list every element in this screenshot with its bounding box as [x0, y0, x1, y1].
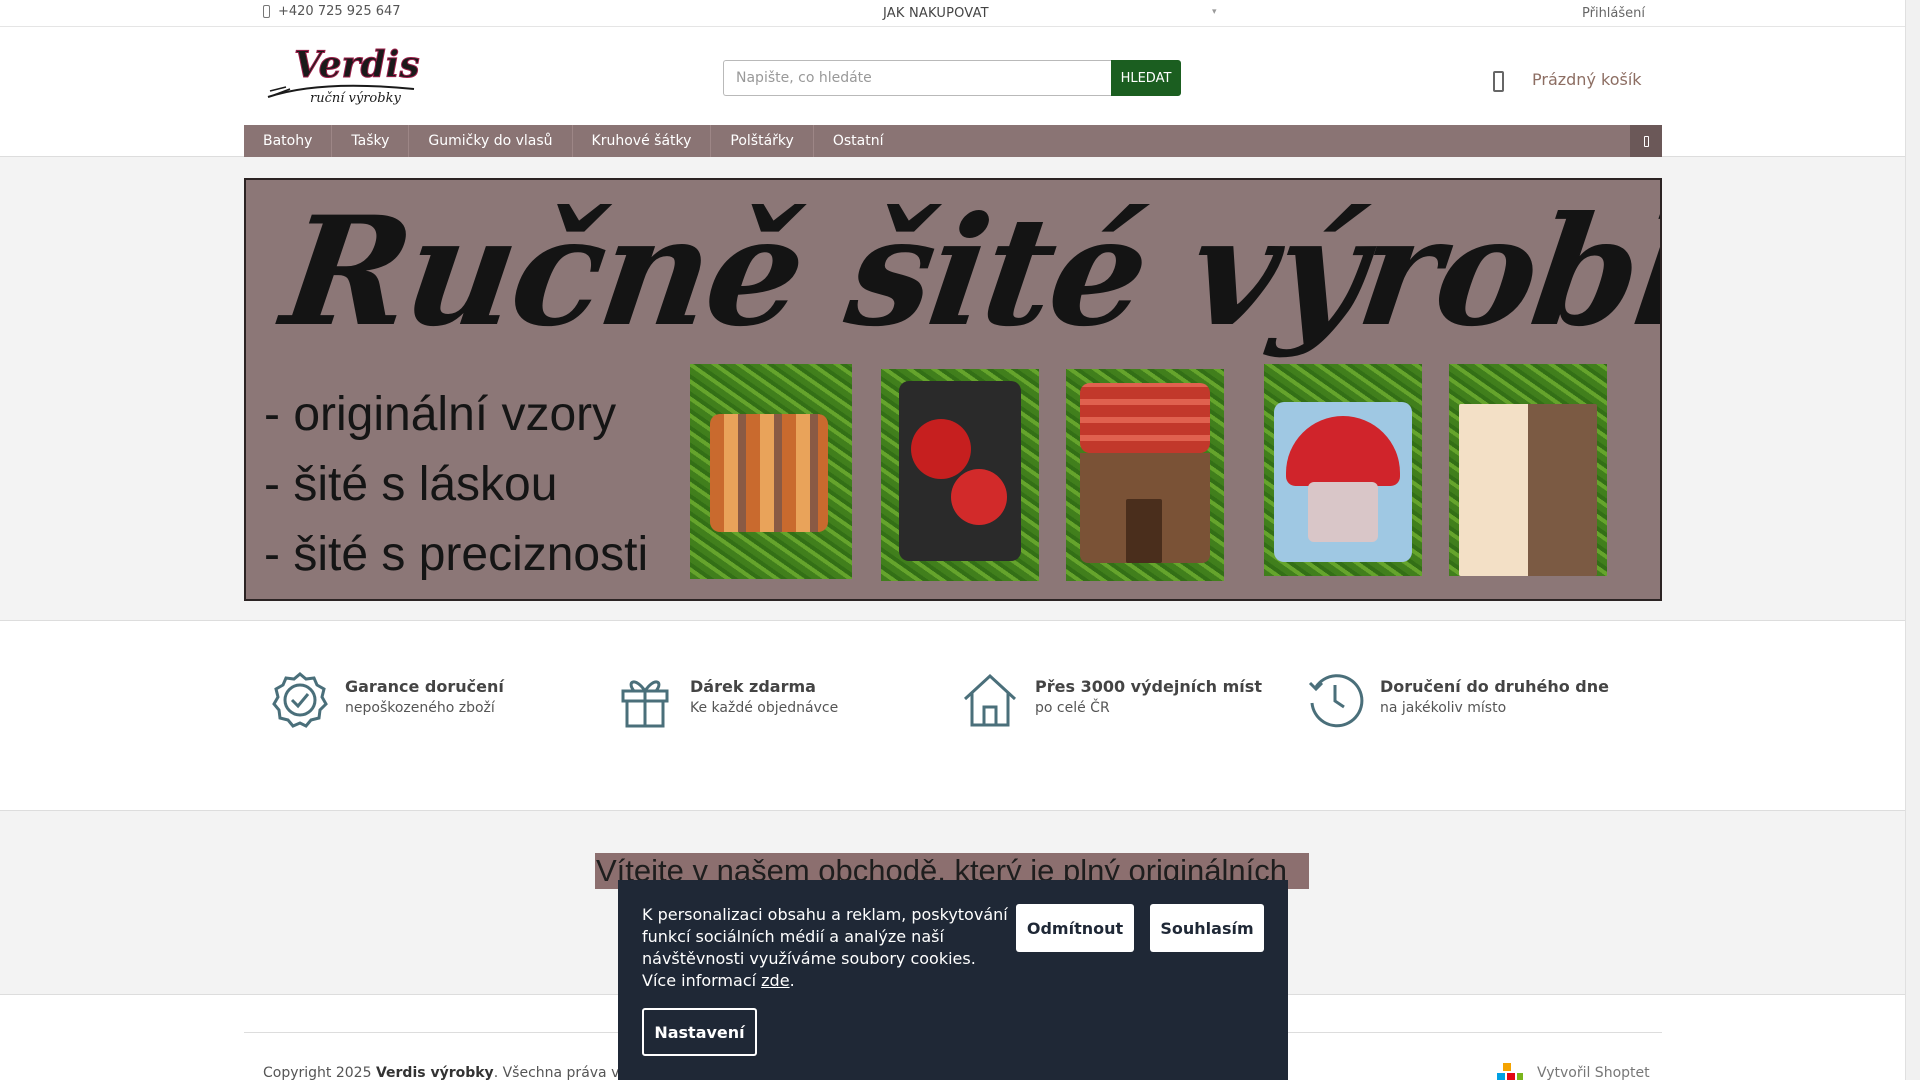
nav-item-kruhove-satky[interactable]: Kruhové šátky	[573, 125, 712, 157]
benefit-subtitle: nepoškozeného zboží	[345, 700, 495, 716]
cart-label: Prázdný košík	[1532, 70, 1642, 89]
banner-lines: - originální vzory - šité s láskou - šit…	[264, 380, 648, 590]
cookie-more-info-link[interactable]: zde	[761, 971, 789, 990]
category-nav: Batohy Tašky Gumičky do vlasů Kruhové šá…	[244, 125, 1662, 157]
cookie-settings-button[interactable]: Nastavení	[642, 1008, 757, 1056]
banner-title: Ručně šité výrobky	[273, 184, 1662, 360]
search-form: HLEDAT	[723, 60, 1181, 96]
product-photo-backpack-poppy	[881, 369, 1039, 581]
cookie-text: K personalizaci obsahu a reklam, poskyto…	[642, 905, 1008, 990]
product-photo-backpack-house	[1066, 369, 1224, 581]
top-bar: +420 725 925 647 JAK NAKUPOVAT ▾ Přihláš…	[0, 0, 1905, 27]
nav-more-button[interactable]	[1630, 125, 1662, 157]
how-to-buy-link[interactable]: JAK NAKUPOVAT	[883, 6, 989, 21]
page-scrollbar[interactable]	[1905, 0, 1920, 1080]
nav-item-polstarky[interactable]: Polštářky	[711, 125, 814, 157]
shoptet-logo-icon	[1497, 1063, 1523, 1080]
benefit-subtitle: po celé ČR	[1035, 700, 1110, 716]
shoptet-label: Vytvořil Shoptet	[1537, 1065, 1650, 1080]
login-link[interactable]: Přihlášení	[1582, 6, 1645, 21]
benefit-title: Dárek zdarma	[690, 677, 816, 696]
benefit-item: Doručení do druhého dne na jakékoliv mís…	[1306, 671, 1609, 729]
cart-icon	[1493, 71, 1504, 92]
banner-line: - originální vzory	[264, 388, 617, 441]
cookie-reject-button[interactable]: Odmítnout	[1016, 904, 1134, 952]
search-button[interactable]: HLEDAT	[1111, 60, 1181, 96]
benefit-title: Garance doručení	[345, 677, 504, 696]
shop-logo[interactable]: Verdis ruční výrobky	[264, 44, 424, 107]
dropdown-chevron-icon[interactable]: ▾	[1212, 7, 1217, 17]
banner-line: - šité s preciznosti	[264, 528, 649, 581]
gift-icon	[621, 680, 669, 728]
benefit-title: Doručení do druhého dne	[1380, 677, 1609, 696]
shop-name: Verdis výrobky	[375, 1065, 494, 1080]
badge-check-icon	[272, 672, 328, 728]
benefit-title: Přes 3000 výdejních míst	[1035, 677, 1262, 696]
svg-text:ruční výrobky: ruční výrobky	[310, 91, 401, 106]
product-photo-tote-bag	[1449, 364, 1607, 576]
product-photo-backpack-mushroom	[1264, 364, 1422, 576]
home-icon	[963, 673, 1017, 727]
benefit-item: Přes 3000 výdejních míst po celé ČR	[961, 671, 1262, 729]
cookie-consent-bar: K personalizaci obsahu a reklam, poskyto…	[618, 880, 1288, 1080]
phone-icon	[263, 5, 270, 18]
benefit-item: Dárek zdarma Ke každé objednávce	[616, 671, 838, 729]
nav-item-ostatni[interactable]: Ostatní	[814, 125, 903, 157]
phone-contact[interactable]: +420 725 925 647	[263, 4, 401, 19]
copyright-prefix: Copyright 2025	[263, 1065, 372, 1080]
hero-banner[interactable]: Ručně šité výrobky - originální vzory - …	[244, 178, 1662, 601]
cookie-message: K personalizaci obsahu a reklam, poskyto…	[642, 905, 1008, 990]
banner-section: Ručně šité výrobky - originální vzory - …	[0, 157, 1905, 621]
nav-item-tasky[interactable]: Tašky	[332, 125, 410, 157]
phone-number: +420 725 925 647	[278, 4, 401, 19]
site-header: Verdis ruční výrobky HLEDAT Prázdný koší…	[0, 27, 1905, 157]
nav-item-gumicky[interactable]: Gumičky do vlasů	[409, 125, 573, 157]
nav-item-batohy[interactable]: Batohy	[244, 125, 333, 157]
benefit-item: Garance doručení nepoškozeného zboží	[271, 671, 504, 729]
cart-link[interactable]: Prázdný košík	[1493, 67, 1642, 92]
clock-icon	[1308, 674, 1364, 728]
banner-line: - šité s láskou	[264, 458, 558, 511]
shoptet-credit[interactable]: Vytvořil Shoptet	[1497, 1063, 1650, 1080]
svg-text:Verdis: Verdis	[294, 45, 420, 86]
benefits-section: Garance doručení nepoškozeného zboží Dár…	[0, 621, 1905, 811]
search-input[interactable]	[723, 60, 1111, 96]
benefit-subtitle: Ke každé objednávce	[690, 700, 839, 716]
cookie-accept-button[interactable]: Souhlasím	[1150, 904, 1264, 952]
menu-icon	[1643, 135, 1649, 147]
product-photo-pillow	[690, 364, 852, 579]
benefit-subtitle: na jakékoliv místo	[1380, 700, 1507, 716]
